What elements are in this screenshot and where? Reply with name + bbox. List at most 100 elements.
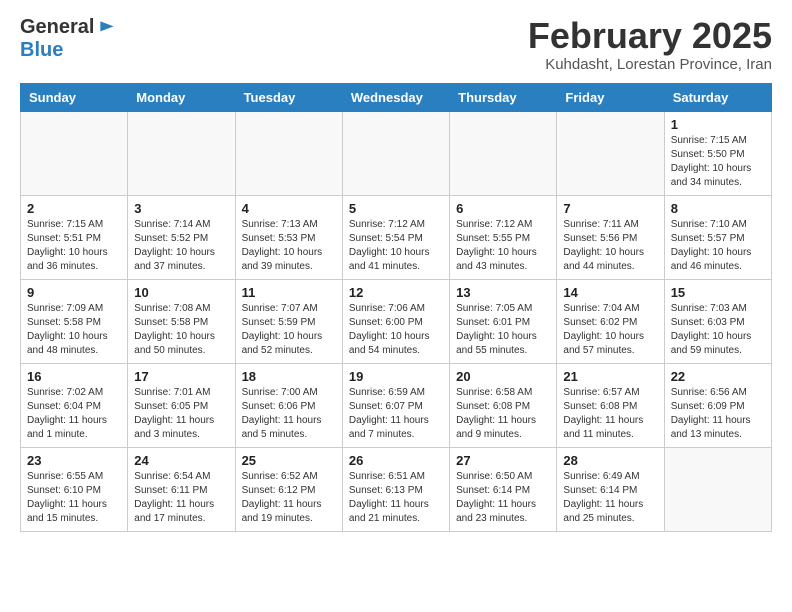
calendar-cell — [235, 111, 342, 195]
header: General Blue February 2025 Kuhdasht, Lor… — [20, 16, 772, 73]
calendar-cell: 10 Sunrise: 7:08 AM Sunset: 5:58 PM Dayli… — [128, 279, 235, 363]
location-subtitle: Kuhdasht, Lorestan Province, Iran — [528, 56, 772, 73]
calendar-cell: 26 Sunrise: 6:51 AM Sunset: 6:13 PM Dayli… — [342, 447, 449, 531]
calendar-cell — [21, 111, 128, 195]
day-info: Sunrise: 7:07 AM Sunset: 5:59 PM Dayligh… — [242, 302, 336, 358]
calendar-cell: 7Sunrise: 7:11 AM Sunset: 5:56 PM Daylig… — [557, 195, 664, 279]
weekday-header-friday: Friday — [557, 83, 664, 111]
day-number: 9 — [27, 285, 121, 300]
day-info: Sunrise: 7:10 AM Sunset: 5:57 PM Dayligh… — [671, 218, 765, 274]
weekday-header-saturday: Saturday — [664, 83, 771, 111]
calendar-cell — [342, 111, 449, 195]
day-number: 25 — [242, 453, 336, 468]
calendar-cell — [450, 111, 557, 195]
calendar-week-row: 1Sunrise: 7:15 AM Sunset: 5:50 PM Daylig… — [21, 111, 772, 195]
calendar-cell: 2Sunrise: 7:15 AM Sunset: 5:51 PM Daylig… — [21, 195, 128, 279]
logo-blue-text: Blue — [20, 39, 63, 62]
day-number: 24 — [134, 453, 228, 468]
calendar-cell: 19 Sunrise: 6:59 AM Sunset: 6:07 PM Dayli… — [342, 363, 449, 447]
day-number: 5 — [349, 201, 443, 216]
day-info: Sunrise: 6:49 AM Sunset: 6:14 PM Dayligh… — [563, 470, 657, 526]
day-info: Sunrise: 7:06 AM Sunset: 6:00 PM Dayligh… — [349, 302, 443, 358]
day-info: Sunrise: 7:03 AM Sunset: 6:03 PM Dayligh… — [671, 302, 765, 358]
calendar-cell: 20 Sunrise: 6:58 AM Sunset: 6:08 PM Dayli… — [450, 363, 557, 447]
day-info: Sunrise: 6:56 AM Sunset: 6:09 PM Dayligh… — [671, 386, 765, 442]
day-number: 23 — [27, 453, 121, 468]
calendar-header-row: SundayMondayTuesdayWednesdayThursdayFrid… — [21, 83, 772, 111]
weekday-header-thursday: Thursday — [450, 83, 557, 111]
logo-general-text: General — [20, 16, 94, 39]
logo: General Blue — [20, 16, 117, 62]
calendar-cell: 28 Sunrise: 6:49 AM Sunset: 6:14 PM Dayli… — [557, 447, 664, 531]
day-number: 15 — [671, 285, 765, 300]
day-number: 19 — [349, 369, 443, 384]
calendar-cell: 8 Sunrise: 7:10 AM Sunset: 5:57 PM Daylig… — [664, 195, 771, 279]
calendar-cell: 22 Sunrise: 6:56 AM Sunset: 6:09 PM Dayli… — [664, 363, 771, 447]
day-info: Sunrise: 7:15 AM Sunset: 5:51 PM Dayligh… — [27, 218, 121, 274]
day-info: Sunrise: 6:51 AM Sunset: 6:13 PM Dayligh… — [349, 470, 443, 526]
day-number: 14 — [563, 285, 657, 300]
calendar-cell: 11 Sunrise: 7:07 AM Sunset: 5:59 PM Dayli… — [235, 279, 342, 363]
day-info: Sunrise: 7:12 AM Sunset: 5:54 PM Dayligh… — [349, 218, 443, 274]
day-info: Sunrise: 7:12 AM Sunset: 5:55 PM Dayligh… — [456, 218, 550, 274]
day-info: Sunrise: 7:15 AM Sunset: 5:50 PM Dayligh… — [671, 134, 765, 190]
day-number: 6 — [456, 201, 550, 216]
day-number: 22 — [671, 369, 765, 384]
calendar-cell — [664, 447, 771, 531]
calendar-cell — [557, 111, 664, 195]
day-number: 17 — [134, 369, 228, 384]
day-number: 11 — [242, 285, 336, 300]
day-number: 21 — [563, 369, 657, 384]
day-number: 28 — [563, 453, 657, 468]
calendar-cell: 1Sunrise: 7:15 AM Sunset: 5:50 PM Daylig… — [664, 111, 771, 195]
day-number: 10 — [134, 285, 228, 300]
day-info: Sunrise: 6:54 AM Sunset: 6:11 PM Dayligh… — [134, 470, 228, 526]
month-year-title: February 2025 — [528, 16, 772, 56]
day-number: 7 — [563, 201, 657, 216]
calendar-week-row: 2Sunrise: 7:15 AM Sunset: 5:51 PM Daylig… — [21, 195, 772, 279]
weekday-header-sunday: Sunday — [21, 83, 128, 111]
weekday-header-wednesday: Wednesday — [342, 83, 449, 111]
weekday-header-tuesday: Tuesday — [235, 83, 342, 111]
calendar-cell: 25 Sunrise: 6:52 AM Sunset: 6:12 PM Dayli… — [235, 447, 342, 531]
calendar-cell: 5 Sunrise: 7:12 AM Sunset: 5:54 PM Daylig… — [342, 195, 449, 279]
day-number: 3 — [134, 201, 228, 216]
day-info: Sunrise: 7:09 AM Sunset: 5:58 PM Dayligh… — [27, 302, 121, 358]
day-info: Sunrise: 7:08 AM Sunset: 5:58 PM Dayligh… — [134, 302, 228, 358]
day-info: Sunrise: 6:57 AM Sunset: 6:08 PM Dayligh… — [563, 386, 657, 442]
logo-flag-icon — [97, 18, 117, 38]
calendar-cell: 15 Sunrise: 7:03 AM Sunset: 6:03 PM Dayli… — [664, 279, 771, 363]
calendar-week-row: 16Sunrise: 7:02 AM Sunset: 6:04 PM Dayli… — [21, 363, 772, 447]
day-info: Sunrise: 6:58 AM Sunset: 6:08 PM Dayligh… — [456, 386, 550, 442]
day-number: 8 — [671, 201, 765, 216]
day-number: 26 — [349, 453, 443, 468]
calendar-cell: 3 Sunrise: 7:14 AM Sunset: 5:52 PM Daylig… — [128, 195, 235, 279]
page: General Blue February 2025 Kuhdasht, Lor… — [0, 0, 792, 552]
day-info: Sunrise: 6:50 AM Sunset: 6:14 PM Dayligh… — [456, 470, 550, 526]
day-info: Sunrise: 6:59 AM Sunset: 6:07 PM Dayligh… — [349, 386, 443, 442]
day-info: Sunrise: 6:52 AM Sunset: 6:12 PM Dayligh… — [242, 470, 336, 526]
day-info: Sunrise: 6:55 AM Sunset: 6:10 PM Dayligh… — [27, 470, 121, 526]
calendar-cell: 18 Sunrise: 7:00 AM Sunset: 6:06 PM Dayli… — [235, 363, 342, 447]
day-info: Sunrise: 7:00 AM Sunset: 6:06 PM Dayligh… — [242, 386, 336, 442]
calendar-cell: 24 Sunrise: 6:54 AM Sunset: 6:11 PM Dayli… — [128, 447, 235, 531]
day-info: Sunrise: 7:04 AM Sunset: 6:02 PM Dayligh… — [563, 302, 657, 358]
day-info: Sunrise: 7:14 AM Sunset: 5:52 PM Dayligh… — [134, 218, 228, 274]
day-number: 13 — [456, 285, 550, 300]
day-number: 16 — [27, 369, 121, 384]
day-info: Sunrise: 7:01 AM Sunset: 6:05 PM Dayligh… — [134, 386, 228, 442]
calendar-week-row: 23 Sunrise: 6:55 AM Sunset: 6:10 PM Dayli… — [21, 447, 772, 531]
day-number: 4 — [242, 201, 336, 216]
title-section: February 2025 Kuhdasht, Lorestan Provinc… — [528, 16, 772, 73]
day-number: 27 — [456, 453, 550, 468]
calendar-cell: 21 Sunrise: 6:57 AM Sunset: 6:08 PM Dayli… — [557, 363, 664, 447]
calendar-cell: 16Sunrise: 7:02 AM Sunset: 6:04 PM Dayli… — [21, 363, 128, 447]
calendar-cell: 4 Sunrise: 7:13 AM Sunset: 5:53 PM Daylig… — [235, 195, 342, 279]
calendar-cell: 23 Sunrise: 6:55 AM Sunset: 6:10 PM Dayli… — [21, 447, 128, 531]
day-number: 12 — [349, 285, 443, 300]
day-number: 18 — [242, 369, 336, 384]
calendar-cell: 27 Sunrise: 6:50 AM Sunset: 6:14 PM Dayli… — [450, 447, 557, 531]
day-info: Sunrise: 7:13 AM Sunset: 5:53 PM Dayligh… — [242, 218, 336, 274]
day-number: 20 — [456, 369, 550, 384]
calendar-week-row: 9 Sunrise: 7:09 AM Sunset: 5:58 PM Daylig… — [21, 279, 772, 363]
